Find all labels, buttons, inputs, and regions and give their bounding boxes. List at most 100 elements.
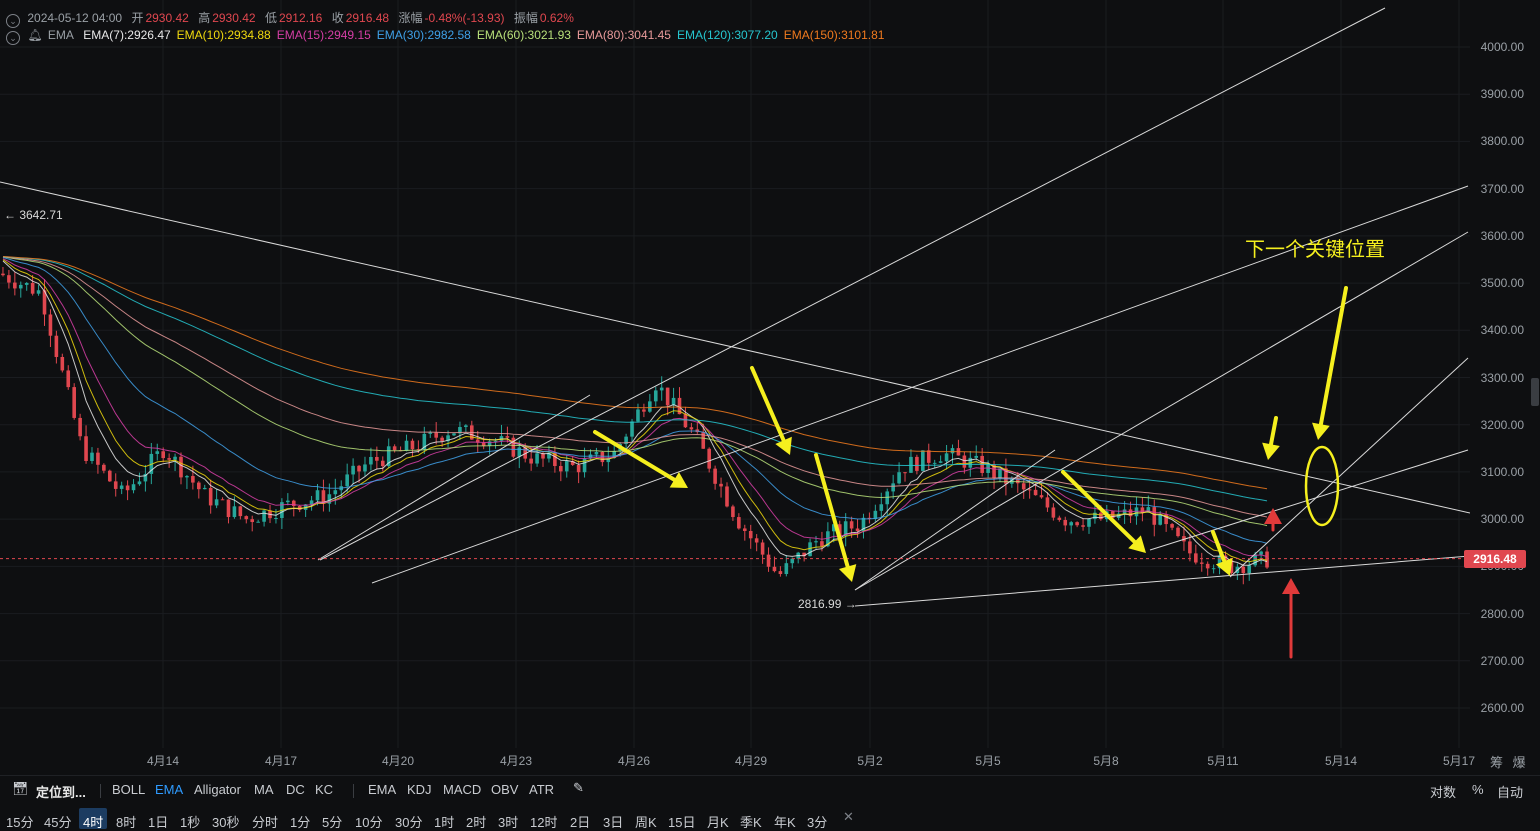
low-marker: 2816.99 → — [798, 597, 857, 611]
candle-body — [790, 558, 795, 564]
bell-icon[interactable]: 🔔︎ — [27, 28, 42, 42]
ema-legend-item[interactable]: EMA(30):2982.58 — [377, 28, 471, 42]
interval-4[interactable]: 1日 — [148, 812, 168, 831]
ema-legend-item[interactable]: EMA(120):3077.20 — [677, 28, 778, 42]
ema-title[interactable]: EMA — [48, 28, 74, 42]
candle-body — [202, 487, 207, 490]
price-chart[interactable]: ← 3642.71 2816.99 → 下一个关键位置 — [0, 0, 1471, 748]
burst-icon-label[interactable]: 爆 — [1513, 755, 1526, 770]
interval-21[interactable]: 季K — [740, 812, 762, 831]
candle-body — [517, 447, 522, 457]
candle-body — [392, 446, 397, 451]
candle-body — [375, 456, 379, 461]
key-zone-ellipse — [1304, 445, 1340, 527]
annotation-arrowhead — [1282, 578, 1300, 594]
close-label: 收 — [331, 11, 344, 25]
candle-body — [1033, 489, 1038, 496]
trend-line — [854, 231, 1469, 591]
sub-indicator-macd[interactable]: MACD — [443, 782, 481, 797]
high-marker: ← 3642.71 — [4, 208, 63, 222]
close-icon[interactable]: ✕ — [843, 809, 854, 825]
candle-body — [197, 482, 201, 490]
chart-canvas[interactable]: ← 3642.71 2816.99 → 下一个关键位置 — [0, 0, 1471, 748]
interval-14[interactable]: 3时 — [498, 812, 518, 831]
interval-7[interactable]: 分时 — [252, 812, 278, 831]
candle-body — [742, 528, 747, 531]
candle-body — [315, 490, 320, 501]
date-axis[interactable]: 4月14 4月17 4月20 4月23 4月26 4月29 5月2 5月5 5月8 5月11 5月1… — [0, 748, 1475, 772]
candle-body — [938, 461, 943, 463]
interval-1[interactable]: 45分 — [44, 812, 71, 831]
auto-scale-toggle[interactable]: 自动 — [1497, 782, 1523, 801]
candle-body — [262, 510, 266, 522]
sub-indicator-ema[interactable]: EMA — [368, 782, 396, 797]
interval-0[interactable]: 15分 — [6, 812, 33, 831]
interval-18[interactable]: 周K — [635, 812, 657, 831]
ema-legend-item[interactable]: EMA(7):2926.47 — [83, 28, 170, 42]
candle-body — [1170, 524, 1174, 528]
collapse-icon[interactable]: ⌄ — [6, 14, 20, 28]
interval-11[interactable]: 30分 — [395, 812, 422, 831]
candle-body — [1021, 483, 1026, 490]
indicator-toolbar: 📅︎ 定位到... ✎ BOLL EMA Alligator MA DC KC EMA KDJ… — [0, 775, 1540, 803]
log-scale-toggle[interactable]: 对数 — [1430, 782, 1456, 801]
interval-12[interactable]: 1时 — [434, 812, 454, 831]
candle-body — [434, 432, 438, 438]
interval-9[interactable]: 5分 — [322, 812, 342, 831]
price-tick: 3300.00 — [1480, 370, 1524, 385]
sub-indicator-kdj[interactable]: KDJ — [407, 782, 432, 797]
candle-body — [505, 436, 510, 438]
interval-23[interactable]: 3分 — [807, 812, 827, 831]
ema-legend-item[interactable]: EMA(150):3101.81 — [784, 28, 885, 42]
indicator-alligator[interactable]: Alligator — [194, 782, 241, 797]
candle-body — [737, 517, 741, 529]
candle-body — [161, 451, 166, 459]
chip-icon-label[interactable]: 筹 — [1490, 755, 1503, 770]
candle-body — [440, 437, 444, 442]
interval-17[interactable]: 3日 — [603, 812, 623, 831]
indicator-dc[interactable]: DC — [286, 782, 305, 797]
candle-body — [464, 425, 468, 428]
candle-body — [1075, 522, 1079, 526]
candle-body — [879, 504, 884, 511]
interval-20[interactable]: 月K — [707, 812, 729, 831]
interval-13[interactable]: 2时 — [466, 812, 486, 831]
interval-16[interactable]: 2日 — [570, 812, 590, 831]
interval-19[interactable]: 15日 — [668, 812, 695, 831]
ema-legend-item[interactable]: EMA(10):2934.88 — [177, 28, 271, 42]
candle-body — [1265, 551, 1269, 568]
indicator-ema[interactable]: EMA — [155, 782, 183, 797]
interval-3[interactable]: 8时 — [116, 812, 136, 831]
candle-body — [78, 417, 82, 437]
locate-button[interactable]: 定位到... — [36, 782, 86, 801]
collapse-icon[interactable]: ⌄ — [6, 31, 20, 45]
interval-5[interactable]: 1秒 — [180, 812, 200, 831]
candle-body — [1199, 562, 1204, 564]
amp-label: 振幅 — [513, 11, 538, 25]
date-tick: 5月8 — [1093, 754, 1119, 768]
interval-22[interactable]: 年K — [774, 812, 796, 831]
ema-legend-item[interactable]: EMA(60):3021.93 — [477, 28, 571, 42]
interval-8[interactable]: 1分 — [290, 812, 310, 831]
date-tick: 5月14 — [1324, 754, 1358, 768]
indicator-boll[interactable]: BOLL — [112, 782, 145, 797]
interval-15[interactable]: 12时 — [530, 812, 557, 831]
interval-2[interactable]: 4时 — [83, 812, 103, 831]
interval-10[interactable]: 10分 — [355, 812, 382, 831]
candle-body — [380, 460, 385, 467]
price-tick: 2600.00 — [1480, 701, 1524, 715]
scroll-handle[interactable] — [1531, 378, 1539, 406]
calendar-icon[interactable]: 📅︎ — [12, 781, 29, 797]
price-axis[interactable]: 4000.00 3900.00 3800.00 3700.00 3600.00 3500.… — [1464, 0, 1530, 748]
ema-legend-item[interactable]: EMA(80):3041.45 — [577, 28, 671, 42]
sub-indicator-atr[interactable]: ATR — [529, 782, 554, 797]
candle-body — [636, 409, 640, 422]
indicator-ma[interactable]: MA — [254, 782, 274, 797]
axis-corner[interactable]: 筹 爆 — [1490, 752, 1532, 771]
interval-6[interactable]: 30秒 — [212, 812, 239, 831]
sub-indicator-obv[interactable]: OBV — [491, 782, 518, 797]
indicator-kc[interactable]: KC — [315, 782, 333, 797]
ema-legend-item[interactable]: EMA(15):2949.15 — [277, 28, 371, 42]
percent-toggle[interactable]: % — [1472, 782, 1484, 797]
edit-icon[interactable]: ✎ — [573, 780, 584, 796]
